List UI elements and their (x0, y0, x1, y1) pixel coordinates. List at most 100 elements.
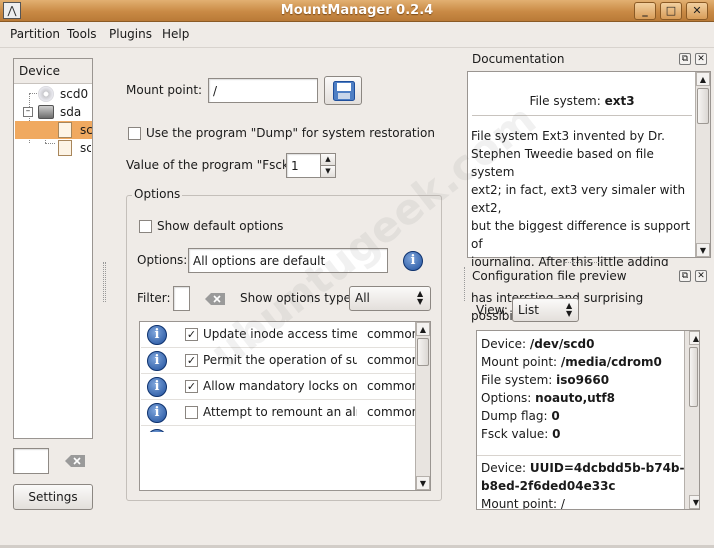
tree-item-label: sc (80, 141, 91, 155)
device-filter-input[interactable] (13, 448, 49, 474)
option-checkbox[interactable]: ✓ (185, 380, 198, 393)
menu-plugins[interactable]: Plugins (109, 27, 152, 41)
scroll-down-arrow[interactable]: ▼ (689, 495, 699, 509)
partition-icon (58, 122, 72, 138)
minimize-button[interactable]: _ (634, 2, 656, 20)
documentation-dock-header[interactable]: Documentation ⧉ ✕ (467, 49, 711, 70)
clear-filter-icon[interactable] (65, 455, 85, 467)
scroll-down-arrow[interactable]: ▼ (696, 243, 710, 257)
option-row[interactable]: i Attempt to remount an alread common (141, 400, 415, 426)
combo-arrows-icon: ▲ ▼ (417, 289, 424, 306)
maximize-button[interactable]: □ (660, 2, 682, 20)
config-entry: Mount point: /media/cdrom0 (481, 353, 662, 371)
option-description: Permit the operation of suid, (203, 353, 357, 367)
dock-float-icon[interactable]: ⧉ (679, 53, 691, 65)
save-mount-point-button[interactable] (324, 76, 362, 105)
config-preview-list[interactable]: Device: /dev/scd0 Mount point: /media/cdr… (476, 330, 700, 510)
config-entry-value: /media/cdrom0 (560, 355, 662, 369)
config-title: Configuration file preview (472, 269, 627, 283)
scroll-down-arrow[interactable]: ▼ (416, 476, 430, 490)
scroll-thumb[interactable] (697, 88, 709, 124)
option-info-icon[interactable]: i (147, 325, 167, 345)
options-label: Options: (137, 253, 188, 267)
options-info-icon[interactable]: i (403, 251, 423, 271)
mount-point-label: Mount point: (126, 83, 203, 97)
show-default-checkbox[interactable] (139, 220, 152, 233)
device-tree-title: Device (19, 64, 61, 78)
option-info-icon[interactable]: i (147, 403, 167, 423)
documentation-line: ext2; in fact, ext3 very simaler with ex… (471, 183, 686, 215)
config-entry-label: Mount point: (481, 355, 558, 369)
scroll-thumb[interactable] (417, 338, 429, 366)
device-tree-header[interactable]: Device (14, 59, 92, 84)
view-combo[interactable]: List ▲ ▼ (512, 298, 579, 322)
option-type: common (367, 353, 415, 367)
option-row[interactable]: i ✓ Update inode access time fo common (141, 322, 415, 348)
config-entry-label: File system: (481, 373, 553, 387)
option-row[interactable]: i ✓ Allow mandatory locks on thi common (141, 374, 415, 400)
option-checkbox[interactable]: ✓ (185, 328, 198, 341)
settings-button[interactable]: Settings (13, 484, 93, 510)
fsck-spin-input[interactable] (286, 153, 321, 178)
option-type: common (367, 405, 415, 419)
config-entry: Dump flag: 0 (481, 407, 560, 425)
options-list-scrollbar[interactable]: ▲ ▼ (415, 322, 430, 490)
dump-checkbox[interactable] (128, 127, 141, 140)
tree-item-label: sc (80, 123, 92, 137)
scroll-up-arrow[interactable]: ▲ (416, 322, 430, 336)
config-dock-header[interactable]: Configuration file preview ⧉ ✕ (467, 266, 711, 287)
filter-label: Filter: (137, 291, 171, 305)
collapse-toggle-icon[interactable]: – (23, 107, 33, 117)
documentation-header-box: File system: ext3 (472, 86, 692, 116)
dock-close-icon[interactable]: ✕ (695, 53, 707, 65)
option-row[interactable]: i ✓ Permit the operation of suid, common (141, 348, 415, 374)
dock-splitter-handle[interactable] (565, 262, 605, 264)
device-tree-panel[interactable]: Device scd0 – sda sc sc (13, 58, 93, 439)
config-scrollbar[interactable]: ▲ ▼ (684, 331, 699, 509)
menu-partition[interactable]: Partition (10, 27, 60, 41)
options-input[interactable] (188, 248, 388, 273)
config-entry-device: Device: UUID=4dcbdd5b-b74b-4efe- (481, 459, 699, 477)
option-description: Attempt to remount an alread (203, 405, 357, 419)
dock-close-icon[interactable]: ✕ (695, 270, 707, 282)
dump-label: Use the program "Dump" for system restor… (146, 126, 435, 140)
documentation-scrollbar[interactable]: ▲ ▼ (695, 72, 710, 257)
option-info-icon[interactable]: i (147, 351, 167, 371)
scroll-thumb[interactable] (689, 347, 698, 407)
tree-item-partition-selected[interactable]: sc (15, 121, 92, 139)
option-info-icon[interactable]: i (147, 377, 167, 397)
config-entry: File system: iso9660 (481, 371, 609, 389)
config-entry-value: 0 (552, 427, 561, 441)
fsck-decrement-button[interactable]: ▼ (320, 165, 336, 178)
option-checkbox[interactable] (185, 406, 198, 419)
config-entry-value: /dev/scd0 (529, 337, 595, 351)
config-entry-device-cont: b8ed-2f6ded04e33c (481, 477, 616, 495)
option-checkbox[interactable]: ✓ (185, 354, 198, 367)
clear-options-filter-icon[interactable] (205, 293, 225, 305)
documentation-text: File system Ext3 invented by Dr. Stephen … (471, 127, 697, 325)
config-entry-value: b8ed-2f6ded04e33c (481, 479, 616, 493)
title-bar[interactable]: ⋀ MountManager 0.2.4 _ □ ✕ (0, 0, 714, 22)
menu-tools[interactable]: Tools (67, 27, 97, 41)
config-entry-value: UUID=4dcbdd5b-b74b-4efe- (529, 461, 699, 475)
tree-item-scd0[interactable]: scd0 (14, 85, 92, 103)
show-type-combo[interactable]: All ▲ ▼ (349, 286, 431, 311)
scroll-up-arrow[interactable]: ▲ (689, 331, 699, 345)
view-label: View: (476, 303, 508, 317)
tree-item-label: sda (60, 105, 82, 119)
option-description: Update inode access time fo (203, 327, 357, 341)
option-type: common (367, 379, 415, 393)
splitter-handle[interactable] (103, 262, 106, 302)
tree-item-partition[interactable]: sc (14, 139, 92, 157)
documentation-panel: File system: ext3 File system Ext3 inven… (467, 71, 711, 323)
options-filter-input[interactable] (173, 286, 190, 311)
dock-float-icon[interactable]: ⧉ (679, 270, 691, 282)
menu-help[interactable]: Help (162, 27, 189, 41)
config-entry-label: Device: (481, 337, 527, 351)
floppy-save-icon (333, 81, 355, 101)
fs-value: ext3 (604, 94, 635, 108)
scroll-up-arrow[interactable]: ▲ (696, 72, 710, 86)
tree-item-sda[interactable]: – sda (14, 103, 92, 121)
close-button[interactable]: ✕ (686, 2, 708, 20)
mount-point-input[interactable] (208, 78, 318, 103)
